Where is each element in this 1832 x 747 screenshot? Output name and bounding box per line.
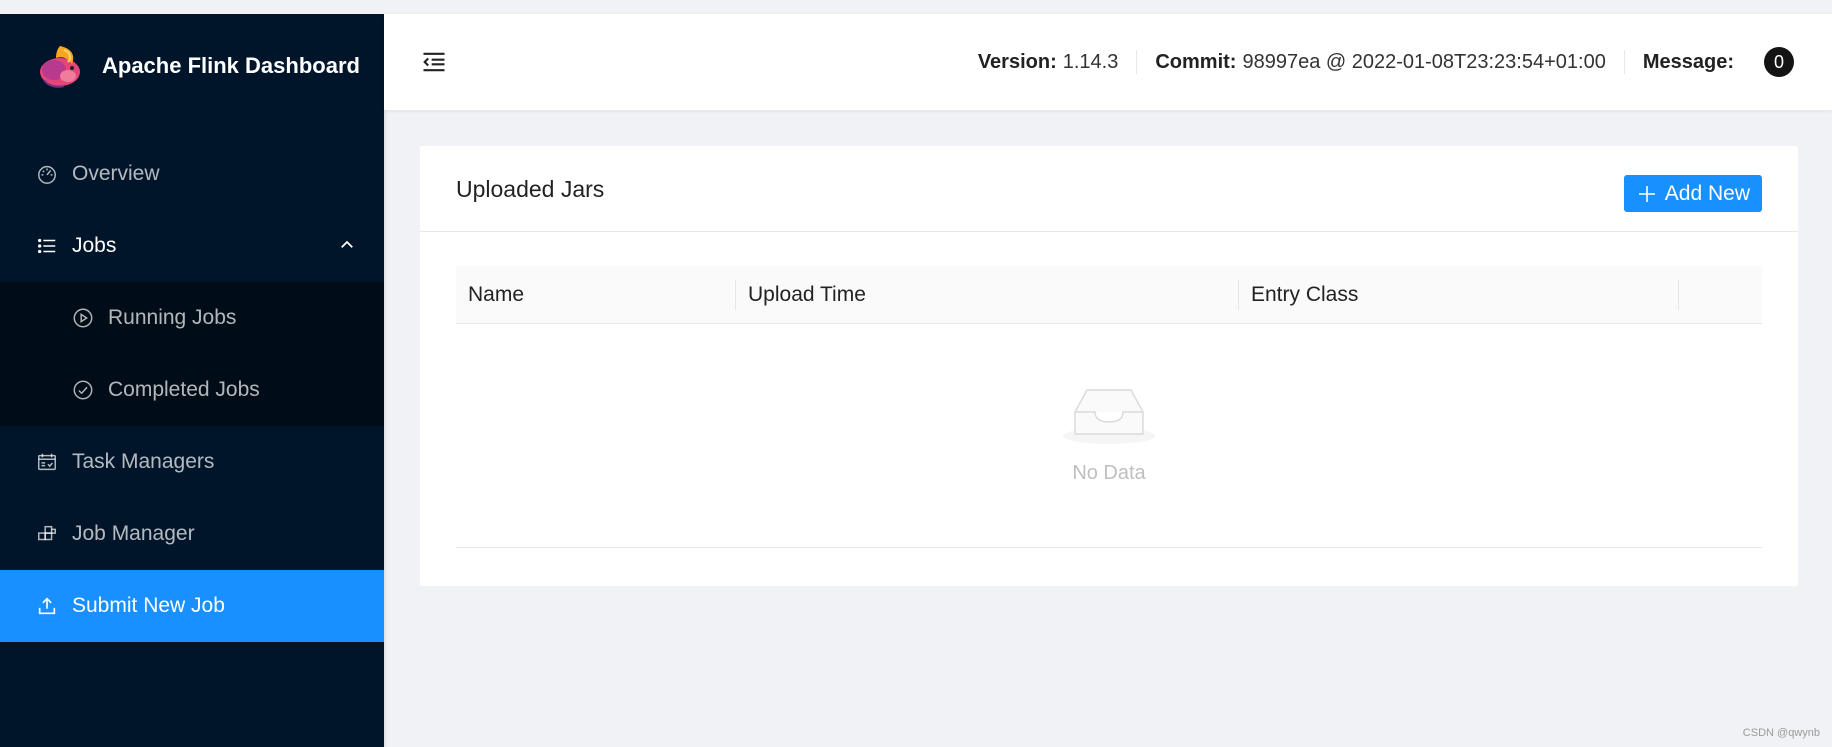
build-icon <box>36 523 58 545</box>
uploaded-jars-card: Uploaded Jars Add New Name Upload Time E… <box>420 146 1798 586</box>
commit-info: Commit: 98997ea @ 2022-01-08T23:23:54+01… <box>1137 50 1625 74</box>
sidebar-item-label: Overview <box>72 162 160 185</box>
sidebar: Apache Flink Dashboard Overview Jobs Run… <box>0 14 384 747</box>
commit-label: Commit: <box>1155 50 1237 73</box>
column-header-actions <box>1679 266 1762 323</box>
column-header-entry-class[interactable]: Entry Class <box>1239 266 1679 323</box>
sidebar-item-label: Completed Jobs <box>108 378 260 401</box>
version-label: Version: <box>977 50 1057 73</box>
header-info: Version: 1.14.3 Commit: 98997ea @ 2022-0… <box>960 14 1832 110</box>
sidebar-item-jobs[interactable]: Jobs <box>0 210 384 282</box>
upload-icon <box>36 595 58 617</box>
app-title: Apache Flink Dashboard <box>102 53 360 78</box>
version-value: 1.14.3 <box>1062 50 1119 73</box>
message-count-badge[interactable]: 0 <box>1764 47 1794 77</box>
sidebar-item-running-jobs[interactable]: Running Jobs <box>0 282 384 354</box>
add-new-label: Add New <box>1664 181 1750 205</box>
column-header-name[interactable]: Name <box>456 266 736 323</box>
empty-inbox-icon <box>1063 389 1155 444</box>
sidebar-item-label: Running Jobs <box>108 306 237 329</box>
message-label: Message: <box>1642 50 1734 73</box>
sidebar-item-label: Submit New Job <box>72 594 225 617</box>
unordered-list-icon <box>36 235 58 257</box>
version-info: Version: 1.14.3 <box>960 50 1138 74</box>
flink-logo <box>40 46 80 88</box>
card-header: Uploaded Jars Add New <box>420 146 1798 232</box>
sidebar-menu: Overview Jobs Running Jobs Completed Job… <box>0 138 384 642</box>
play-circle-icon <box>72 307 94 329</box>
brand[interactable]: Apache Flink Dashboard <box>0 14 384 118</box>
sidebar-item-overview[interactable]: Overview <box>0 138 384 210</box>
jobs-submenu: Running Jobs Completed Jobs <box>0 282 384 426</box>
empty-state: No Data <box>456 324 1762 548</box>
top-header: Version: 1.14.3 Commit: 98997ea @ 2022-0… <box>384 14 1832 110</box>
empty-text: No Data <box>1072 462 1146 484</box>
plus-icon <box>1638 185 1655 202</box>
sidebar-shadow <box>384 14 388 747</box>
dashboard-icon <box>36 163 58 185</box>
sidebar-item-label: Jobs <box>72 234 117 257</box>
message-info[interactable]: Message: 0 <box>1625 47 1812 77</box>
add-new-button[interactable]: Add New <box>1623 175 1762 212</box>
sidebar-item-label: Job Manager <box>72 522 195 545</box>
column-header-upload-time[interactable]: Upload Time <box>736 266 1239 323</box>
jars-table: Name Upload Time Entry Class No Data <box>456 266 1762 548</box>
watermark: CSDN @qwynb <box>1742 727 1820 739</box>
sidebar-item-completed-jobs[interactable]: Completed Jobs <box>0 354 384 426</box>
commit-value: 98997ea @ 2022-01-08T23:23:54+01:00 <box>1242 50 1606 73</box>
chevron-up-icon[interactable] <box>338 236 356 254</box>
sidebar-item-label: Task Managers <box>72 450 215 473</box>
sidebar-item-task-managers[interactable]: Task Managers <box>0 426 384 498</box>
table-header: Name Upload Time Entry Class <box>456 266 1762 324</box>
sidebar-item-submit-new-job[interactable]: Submit New Job <box>0 570 384 642</box>
top-strip <box>0 0 1832 14</box>
card-title: Uploaded Jars <box>456 176 605 202</box>
schedule-icon <box>36 451 58 473</box>
check-circle-icon <box>72 379 94 401</box>
sidebar-item-job-manager[interactable]: Job Manager <box>0 498 384 570</box>
menu-fold-icon[interactable] <box>420 48 448 76</box>
